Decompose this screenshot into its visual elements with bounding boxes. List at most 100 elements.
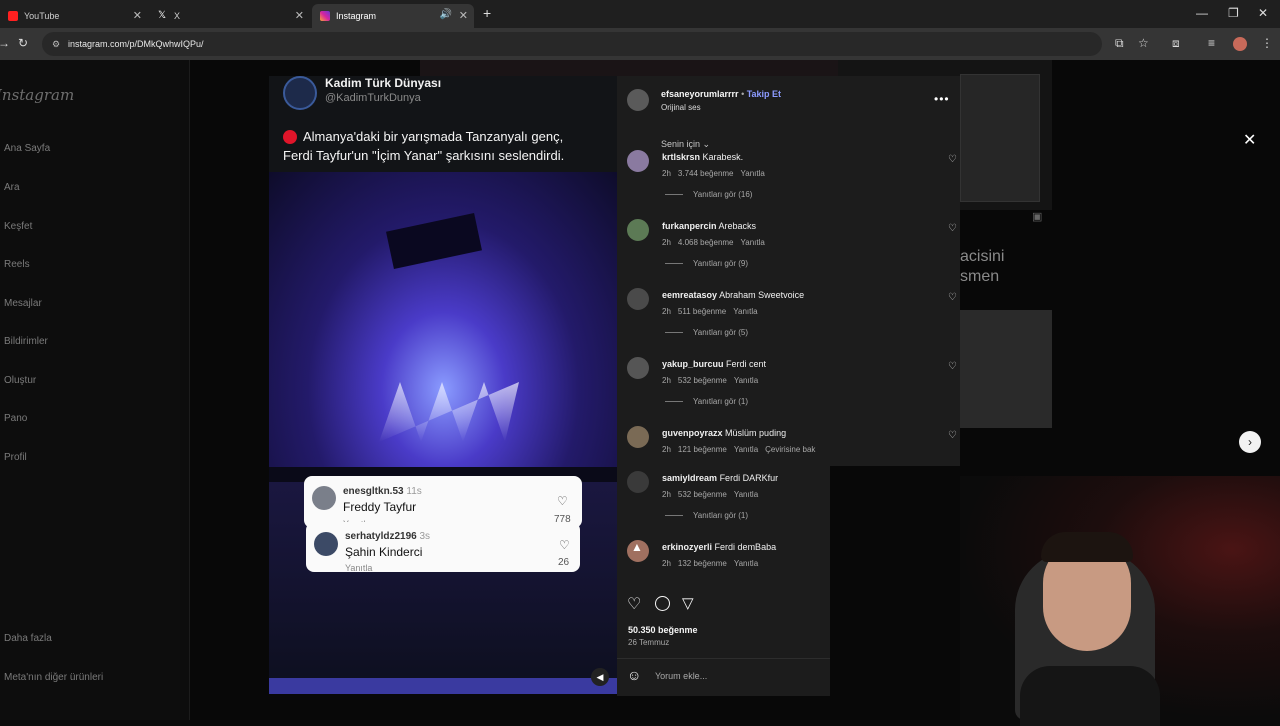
bookmark-star-icon[interactable]: ☆ (1138, 36, 1149, 50)
speaker-icon[interactable]: 🔊 (440, 9, 452, 20)
sidebar-item-notifications[interactable]: Bildirimler (4, 336, 48, 347)
sidebar-item-meta[interactable]: Meta'nın diğer ürünleri (4, 672, 103, 683)
sidebar-item-home[interactable]: Ana Sayfa (4, 143, 50, 154)
reply-button[interactable]: Yanıtla (734, 490, 758, 499)
comment-user[interactable]: krtlskrsn (662, 152, 700, 162)
sidebar-item-dashboard[interactable]: Pano (4, 413, 27, 424)
profile-avatar-icon[interactable] (1233, 37, 1247, 51)
restore-icon[interactable]: ❐ (1228, 6, 1239, 20)
sidebar-item-reels[interactable]: Reels (4, 259, 30, 270)
commenter-avatar[interactable] (627, 426, 649, 448)
site-info-icon[interactable]: ⚙ (52, 32, 60, 56)
emoji-icon[interactable]: ☺ (627, 667, 641, 683)
commenter-avatar[interactable] (627, 150, 649, 172)
minimize-icon[interactable]: — (1196, 6, 1208, 20)
sidebar-item-explore[interactable]: Keşfet (4, 221, 32, 232)
comment-input[interactable]: Yorum ekle... (655, 671, 707, 681)
new-tab-icon[interactable]: + (483, 5, 491, 21)
chevron-right-icon[interactable]: › (1239, 431, 1261, 453)
commenter-avatar[interactable] (627, 357, 649, 379)
reply-button[interactable]: Yanıtla (734, 445, 758, 454)
author-avatar[interactable] (627, 89, 649, 111)
heart-icon[interactable]: ♡ (948, 361, 957, 372)
reply-button[interactable]: Yanıtla (733, 307, 757, 316)
author-username[interactable]: efsaneyorumlarrrr (661, 89, 739, 99)
tab-instagram[interactable]: Instagram 🔊 ✕ (312, 4, 474, 28)
view-replies-button[interactable]: Yanıtları gör (1) (665, 397, 748, 406)
sidebar-item-search[interactable]: Ara (4, 182, 20, 193)
reply-button[interactable]: Yanıtla (741, 238, 765, 247)
comment-bubble-icon[interactable] (655, 596, 670, 611)
comment-card: serhatyldz2196 3s Şahin Kinderci Yanıtla… (306, 522, 580, 573)
comment-likes[interactable]: 532 beğenme (678, 490, 727, 499)
sidebar-item-more[interactable]: Daha fazla (4, 633, 52, 644)
commenter-avatar[interactable] (627, 471, 649, 493)
address-bar[interactable]: ⚙ instagram.com/p/DMkQwhwIQPu/ (42, 32, 1102, 56)
tab-youtube[interactable]: YouTube ✕ (0, 4, 148, 28)
mouse-cursor: ▲ (631, 540, 643, 554)
comment-user[interactable]: yakup_burcuu (662, 359, 724, 369)
mute-icon[interactable]: ◀ (591, 668, 609, 686)
heart-icon[interactable]: ♡ (948, 430, 957, 441)
like-count[interactable]: 50.350 beğenme (628, 625, 698, 635)
video-progress-bar[interactable] (269, 678, 618, 694)
forward-icon[interactable]: → (0, 36, 10, 50)
comment-likes[interactable]: 3.744 beğenme (678, 169, 734, 178)
sidebar-item-profile[interactable]: Profil (4, 452, 27, 463)
reload-icon[interactable]: ↻ (18, 36, 28, 50)
comment-user[interactable]: furkanpercin (662, 221, 717, 231)
comment-user[interactable]: eemreatasoy (662, 290, 717, 300)
see-translation-button[interactable]: Çevirisine bak (765, 445, 815, 454)
comment-user[interactable]: samiyldream (662, 473, 717, 483)
comment-item: furkanpercin Arebacks 2h 4.068 beğenme Yanı… (627, 219, 957, 279)
comment-likes[interactable]: 511 beğenme (678, 307, 726, 316)
comment-text: guvenpoyrazx Müslüm puding (662, 428, 787, 438)
extensions-icon[interactable]: ⧈ (1172, 36, 1180, 51)
like-heart-icon[interactable]: ♡ (627, 594, 641, 614)
comment-likes[interactable]: 121 beğenme (678, 445, 727, 454)
sidebar-item-create[interactable]: Oluştur (4, 375, 36, 386)
comment-card-likes: 26 (558, 557, 570, 568)
commenter-avatar[interactable] (627, 288, 649, 310)
comment-likes[interactable]: 132 beğenme (678, 559, 727, 568)
close-icon[interactable]: ✕ (1243, 130, 1256, 150)
comment-text: krtlskrsn Karabesk. (662, 152, 744, 162)
comment-card-user: enesgltkn.53 11s (343, 486, 422, 497)
commenter-avatar[interactable] (627, 219, 649, 241)
reply-button[interactable]: Yanıtla (741, 169, 765, 178)
view-replies-button[interactable]: Yanıtları gör (1) (665, 511, 748, 520)
view-replies-button[interactable]: Yanıtları gör (16) (665, 190, 752, 199)
tab-x[interactable]: 𝕏 X ✕ (150, 4, 310, 28)
close-tab-icon[interactable]: ✕ (459, 9, 468, 22)
comment-likes[interactable]: 532 beğenme (678, 376, 727, 385)
share-icon[interactable]: ▽ (682, 594, 694, 612)
reply-button[interactable]: Yanıtla (734, 559, 758, 568)
menu-dots-icon[interactable]: ⋮ (1261, 36, 1273, 50)
close-tab-icon[interactable]: ✕ (133, 9, 142, 22)
audio-label[interactable]: Orijinal ses (661, 103, 701, 112)
follow-button[interactable]: Takip Et (747, 89, 781, 99)
view-replies-button[interactable]: Yanıtları gör (9) (665, 259, 748, 268)
more-options-icon[interactable]: ••• (934, 92, 950, 106)
comment-user[interactable]: erkinozyerli (662, 542, 712, 552)
instagram-logo[interactable]: Instagram (0, 86, 74, 104)
comment-time: 2h (662, 169, 671, 178)
comment-meta: 2h 511 beğenme Yanıtla (662, 307, 765, 316)
close-window-icon[interactable]: ✕ (1258, 6, 1268, 20)
heart-icon[interactable]: ♡ (948, 154, 957, 165)
heart-icon[interactable]: ♡ (948, 292, 957, 303)
close-tab-icon[interactable]: ✕ (295, 9, 304, 22)
comment-text: eemreatasoy Abraham Sweetvoice (662, 290, 805, 300)
media-control-icon[interactable]: ≡ (1208, 36, 1215, 50)
sort-dropdown[interactable]: Senin için ⌄ (661, 139, 710, 150)
comment-time: 2h (662, 238, 671, 247)
comment-likes[interactable]: 4.068 beğenme (678, 238, 734, 247)
install-app-icon[interactable]: ⧉ (1115, 36, 1124, 51)
view-replies-button[interactable]: Yanıtları gör (5) (665, 328, 748, 337)
heart-icon[interactable]: ♡ (948, 223, 957, 234)
sidebar-item-messages[interactable]: Mesajlar (4, 298, 42, 309)
comment-user[interactable]: guvenpoyrazx (662, 428, 723, 438)
reply-button[interactable]: Yanıtla (734, 376, 758, 385)
reel-video[interactable]: Kadim Türk Dünyası @KadimTurkDunya Alman… (269, 76, 618, 694)
comment-meta: 2h 4.068 beğenme Yanıtla (662, 238, 772, 247)
